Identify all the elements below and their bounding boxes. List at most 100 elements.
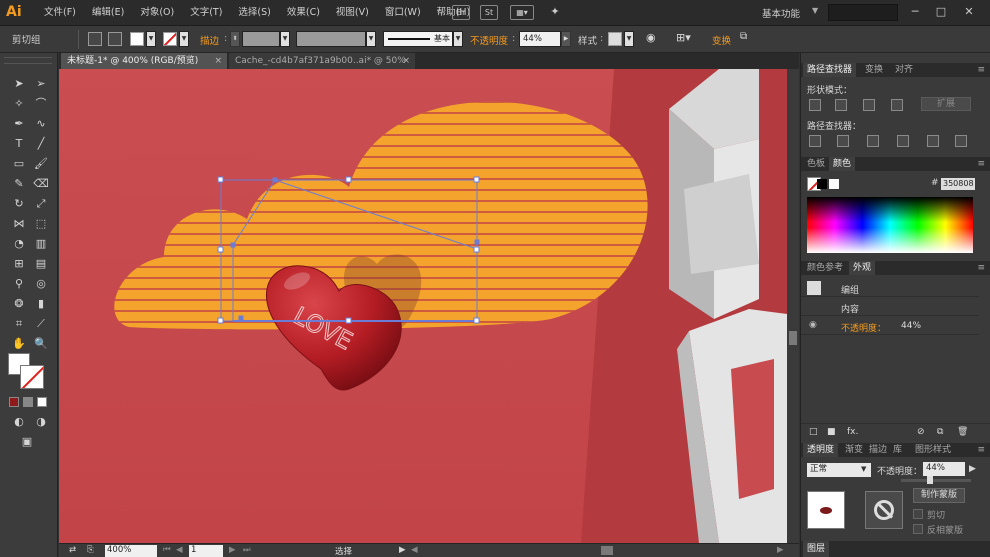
curvature-tool-icon[interactable]: ∿: [32, 115, 50, 132]
panel-menu-icon[interactable]: ≡: [977, 261, 985, 275]
unite-icon[interactable]: [809, 99, 821, 111]
chevron-down-icon[interactable]: ▼: [861, 465, 866, 473]
panel-menu-icon[interactable]: ≡: [977, 157, 985, 171]
color-spectrum[interactable]: [807, 197, 973, 253]
tab-transform[interactable]: 变换: [861, 63, 887, 77]
horizontal-scrollbar-thumb[interactable]: [601, 546, 613, 555]
tab-color[interactable]: 颜色: [829, 157, 856, 171]
line-tool-icon[interactable]: ╱: [32, 135, 50, 152]
menu-file[interactable]: 文件(F): [36, 0, 84, 26]
artboard-tool-icon[interactable]: ⌗: [10, 315, 28, 332]
menu-window[interactable]: 窗口(W): [377, 0, 429, 26]
gradient-mode-icon[interactable]: [23, 397, 33, 407]
shape-builder-tool-icon[interactable]: ◔: [10, 235, 28, 252]
sync-icon[interactable]: ✦: [546, 5, 564, 20]
tab-transparency[interactable]: 透明度: [803, 443, 839, 457]
merge-icon[interactable]: [867, 135, 879, 147]
duplicate-item-icon[interactable]: ⧉: [937, 427, 943, 437]
intersect-icon[interactable]: [863, 99, 875, 111]
stroke-dropdown-icon[interactable]: ▼: [179, 31, 189, 47]
menu-edit[interactable]: 编辑(E): [84, 0, 132, 26]
perspective-grid-tool-icon[interactable]: ▥: [32, 235, 50, 252]
opacity-slider-arrow-icon[interactable]: ▶: [561, 31, 571, 47]
graph-tool-icon[interactable]: ▮: [32, 295, 50, 312]
edit-contents-icon[interactable]: [108, 32, 122, 46]
maximize-icon[interactable]: □: [930, 4, 952, 20]
profile-dropdown-icon[interactable]: ▼: [366, 31, 376, 47]
toolbox-grip[interactable]: [4, 57, 52, 64]
none-mode-icon[interactable]: [37, 397, 47, 407]
stock-icon[interactable]: St: [480, 5, 498, 20]
appearance-row-group[interactable]: 编组: [801, 279, 979, 297]
tab-layers[interactable]: 图层: [803, 541, 830, 557]
pen-tool-icon[interactable]: ✒: [10, 115, 28, 132]
hex-color-field[interactable]: 350808: [941, 178, 975, 190]
artboard-number-field[interactable]: 1: [189, 545, 223, 557]
vertical-scrollbar[interactable]: [787, 69, 799, 543]
width-tool-icon[interactable]: ⋈: [10, 215, 28, 232]
scroll-left-icon[interactable]: ◀: [411, 545, 418, 555]
arrange-documents-icon[interactable]: ▦▾: [510, 5, 534, 20]
search-input[interactable]: [828, 4, 898, 21]
rectangle-tool-icon[interactable]: ▭: [10, 155, 28, 172]
blend-tool-icon[interactable]: ◎: [32, 275, 50, 292]
current-tool-status[interactable]: 选择: [335, 545, 352, 557]
document-tab-active[interactable]: 未标题-1* @ 400% (RGB/预览) ×: [61, 53, 227, 69]
status-arrow-icon[interactable]: ▶: [399, 545, 406, 555]
screen-mode-icon[interactable]: ▣: [18, 433, 36, 450]
crop-icon[interactable]: [897, 135, 909, 147]
eyedropper-tool-icon[interactable]: ⚲: [10, 275, 28, 292]
style-dropdown-icon[interactable]: ▼: [624, 31, 634, 47]
draw-mode-icon[interactable]: ◐: [10, 413, 28, 430]
panel-menu-icon[interactable]: ≡: [977, 63, 985, 77]
last-artboard-icon[interactable]: ⏭: [243, 545, 251, 555]
close-icon[interactable]: ×: [214, 53, 222, 69]
exclude-icon[interactable]: [891, 99, 903, 111]
add-stroke-icon[interactable]: □: [809, 427, 818, 437]
next-artboard-icon[interactable]: ▶: [229, 545, 236, 555]
pencil-tool-icon[interactable]: ✎: [10, 175, 28, 192]
recolor-artwork-icon[interactable]: ◉: [646, 31, 656, 44]
scrollbar-thumb[interactable]: [789, 331, 797, 345]
draw-inside-icon[interactable]: ◑: [32, 413, 50, 430]
minimize-icon[interactable]: ─: [904, 4, 926, 20]
transform-label[interactable]: 变换: [712, 33, 731, 47]
black-swatch[interactable]: [817, 179, 827, 189]
opacity-field[interactable]: 44%: [519, 31, 561, 47]
clip-checkbox[interactable]: [913, 509, 923, 519]
scale-tool-icon[interactable]: ⤢: [32, 195, 50, 212]
workspace-switcher[interactable]: 基本功能: [762, 6, 800, 20]
color-mode-icon[interactable]: [9, 397, 19, 407]
type-tool-icon[interactable]: T: [10, 135, 28, 152]
mask-thumbnail[interactable]: [865, 491, 903, 529]
tab-swatches[interactable]: 色板: [803, 157, 829, 171]
symbol-sprayer-tool-icon[interactable]: ❂: [10, 295, 28, 312]
white-swatch[interactable]: [829, 179, 839, 189]
gradient-tool-icon[interactable]: ▤: [32, 255, 50, 272]
menu-view[interactable]: 视图(V): [328, 0, 377, 26]
expand-button[interactable]: 扩展: [921, 97, 971, 111]
tab-libraries[interactable]: 库: [889, 443, 906, 457]
stroke-swatch[interactable]: [20, 365, 44, 389]
stroke-swatch[interactable]: [163, 32, 177, 46]
adjust-icon[interactable]: ⇄: [69, 545, 76, 555]
slice-tool-icon[interactable]: ⟋: [32, 315, 50, 332]
opacity-slider-handle[interactable]: [927, 476, 933, 484]
direct-selection-tool-icon[interactable]: ➢: [32, 75, 50, 92]
add-fill-icon[interactable]: ■: [827, 427, 836, 437]
appearance-row-contents[interactable]: 内容: [801, 298, 979, 316]
add-effect-button[interactable]: fx.: [847, 427, 858, 437]
graphic-style-swatch[interactable]: [608, 32, 622, 46]
tab-gradient[interactable]: 渐变: [841, 443, 867, 457]
opacity-label[interactable]: 不透明度: [470, 33, 508, 47]
fill-swatch[interactable]: [130, 32, 144, 46]
visibility-eye-icon[interactable]: ◉: [809, 320, 817, 330]
brush-definition[interactable]: 基本: [383, 31, 453, 47]
stroke-weight-field[interactable]: [242, 31, 280, 47]
tab-appearance[interactable]: 外观: [849, 261, 876, 275]
stroke-weight-stepper[interactable]: ⬍: [230, 31, 240, 47]
tab-pathfinder[interactable]: 路径查找器: [803, 63, 857, 77]
brush-dropdown-icon[interactable]: ▼: [453, 31, 463, 47]
artboard-canvas[interactable]: LOVE: [59, 69, 787, 543]
fill-dropdown-icon[interactable]: ▼: [146, 31, 156, 47]
